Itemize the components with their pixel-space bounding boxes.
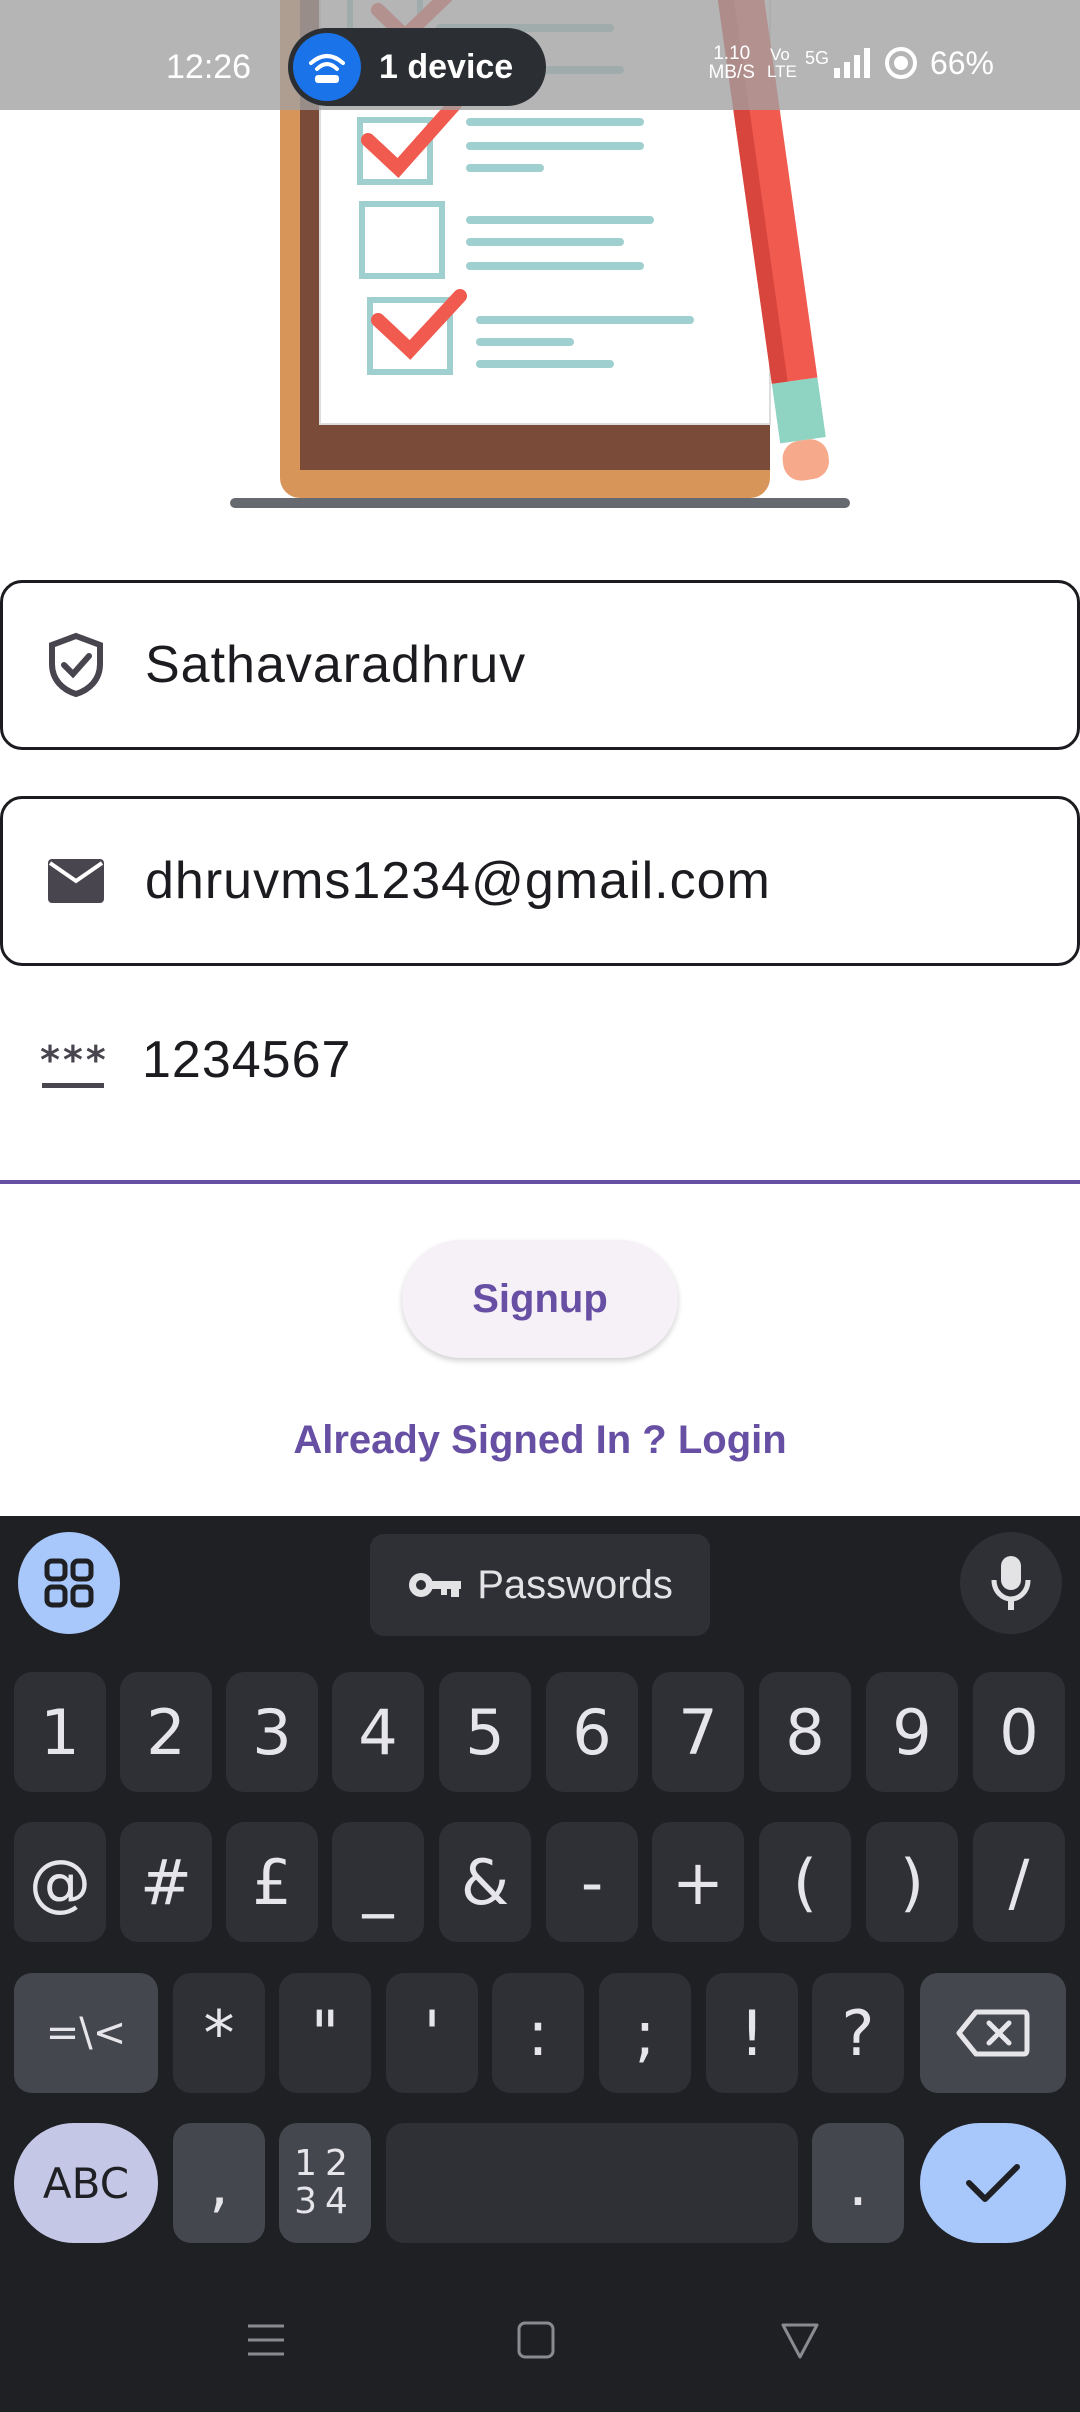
hotspot-label: 1 device <box>379 47 514 86</box>
shield-check-icon <box>41 630 111 700</box>
key-at[interactable]: @ <box>14 1822 106 1942</box>
username-field[interactable]: Sathavaradhruv <box>0 580 1080 750</box>
home-nav-icon[interactable] <box>516 2320 556 2360</box>
password-field[interactable]: *** 1234567 <box>0 940 1080 1184</box>
key-asterisk[interactable]: * <box>173 1973 265 2093</box>
key-4[interactable]: 4 <box>332 1672 424 1792</box>
key-2[interactable]: 2 <box>120 1672 212 1792</box>
numpad-bottom: 34 <box>294 2181 356 2222</box>
mail-icon <box>41 846 111 916</box>
checkmark-icon <box>966 2164 1020 2202</box>
key-open-paren[interactable]: ( <box>759 1822 851 1942</box>
key-icon <box>409 1573 462 1597</box>
numpad-top: 12 <box>294 2143 356 2184</box>
keyboard-toolbar: Passwords <box>0 1516 1080 1656</box>
key-pound[interactable]: £ <box>226 1822 318 1942</box>
key-minus[interactable]: - <box>546 1822 638 1942</box>
key-8[interactable]: 8 <box>759 1672 851 1792</box>
back-nav-icon[interactable] <box>780 2320 820 2360</box>
status-bar: 12:26 1 device 1.10 MB/S Vo LTE 5G 66% <box>0 0 1080 110</box>
signup-button[interactable]: Signup <box>402 1240 678 1358</box>
backspace-icon <box>956 2009 1030 2057</box>
password-icon: *** <box>38 1038 108 1088</box>
backspace-key[interactable] <box>920 1973 1066 2093</box>
key-close-paren[interactable]: ) <box>866 1822 958 1942</box>
key-0[interactable]: 0 <box>973 1672 1065 1792</box>
key-slash[interactable]: / <box>973 1822 1065 1942</box>
key-underscore[interactable]: _ <box>332 1822 424 1942</box>
username-value: Sathavaradhruv <box>145 636 527 694</box>
login-link[interactable]: Already Signed In ? Login <box>0 1418 1080 1463</box>
network-type: 5G <box>804 48 829 68</box>
key-9[interactable]: 9 <box>866 1672 958 1792</box>
battery-icon <box>884 47 917 79</box>
key-colon[interactable]: : <box>492 1973 584 2093</box>
status-indicators: 1.10 MB/S Vo LTE 5G 66% <box>708 44 994 82</box>
signal-icon: 5G <box>805 48 872 78</box>
net-speed: 1.10 MB/S <box>708 44 754 82</box>
hotspot-pill[interactable]: 1 device <box>288 28 546 106</box>
key-6[interactable]: 6 <box>546 1672 638 1792</box>
key-double-quote[interactable]: " <box>279 1973 371 2093</box>
abc-key[interactable]: ABC <box>14 2123 158 2243</box>
key-comma[interactable]: , <box>173 2123 265 2243</box>
key-question[interactable]: ? <box>812 1973 904 2093</box>
numpad-key[interactable]: 12 34 <box>279 2123 371 2243</box>
microphone-icon <box>991 1556 1031 1610</box>
key-hash[interactable]: # <box>120 1822 212 1942</box>
password-value: 1234567 <box>142 1031 352 1089</box>
microphone-button[interactable] <box>960 1532 1062 1634</box>
key-exclamation[interactable]: ! <box>706 1973 798 2093</box>
keyboard: Passwords 1 2 3 4 5 6 7 8 9 0 @ # £ _ & … <box>0 1516 1080 2412</box>
navigation-bar <box>0 2280 1080 2412</box>
battery-percent: 66% <box>929 44 994 81</box>
wifi-hotspot-icon <box>293 33 361 101</box>
key-1[interactable]: 1 <box>14 1672 106 1792</box>
key-5[interactable]: 5 <box>439 1672 531 1792</box>
status-time: 12:26 <box>166 48 252 86</box>
grid-icon <box>44 1558 94 1608</box>
net-speed-unit: MB/S <box>708 62 755 83</box>
key-semicolon[interactable]: ; <box>599 1973 691 2093</box>
done-key[interactable] <box>920 2123 1066 2243</box>
key-period[interactable]: . <box>812 2123 904 2243</box>
passwords-label: Passwords <box>477 1562 673 1607</box>
key-more-symbols[interactable]: =\< <box>14 1973 158 2093</box>
key-single-quote[interactable]: ' <box>386 1973 478 2093</box>
passwords-chip[interactable]: Passwords <box>370 1534 710 1636</box>
key-plus[interactable]: + <box>652 1822 744 1942</box>
key-ampersand[interactable]: & <box>439 1822 531 1942</box>
email-value: dhruvms1234@gmail.com <box>145 852 771 910</box>
space-key[interactable] <box>386 2123 798 2243</box>
apps-grid-button[interactable] <box>18 1532 120 1634</box>
menu-nav-icon[interactable] <box>246 2320 286 2360</box>
net-speed-value: 1.10 <box>713 43 751 64</box>
volte-label: Vo LTE <box>766 45 797 81</box>
key-3[interactable]: 3 <box>226 1672 318 1792</box>
key-7[interactable]: 7 <box>652 1672 744 1792</box>
